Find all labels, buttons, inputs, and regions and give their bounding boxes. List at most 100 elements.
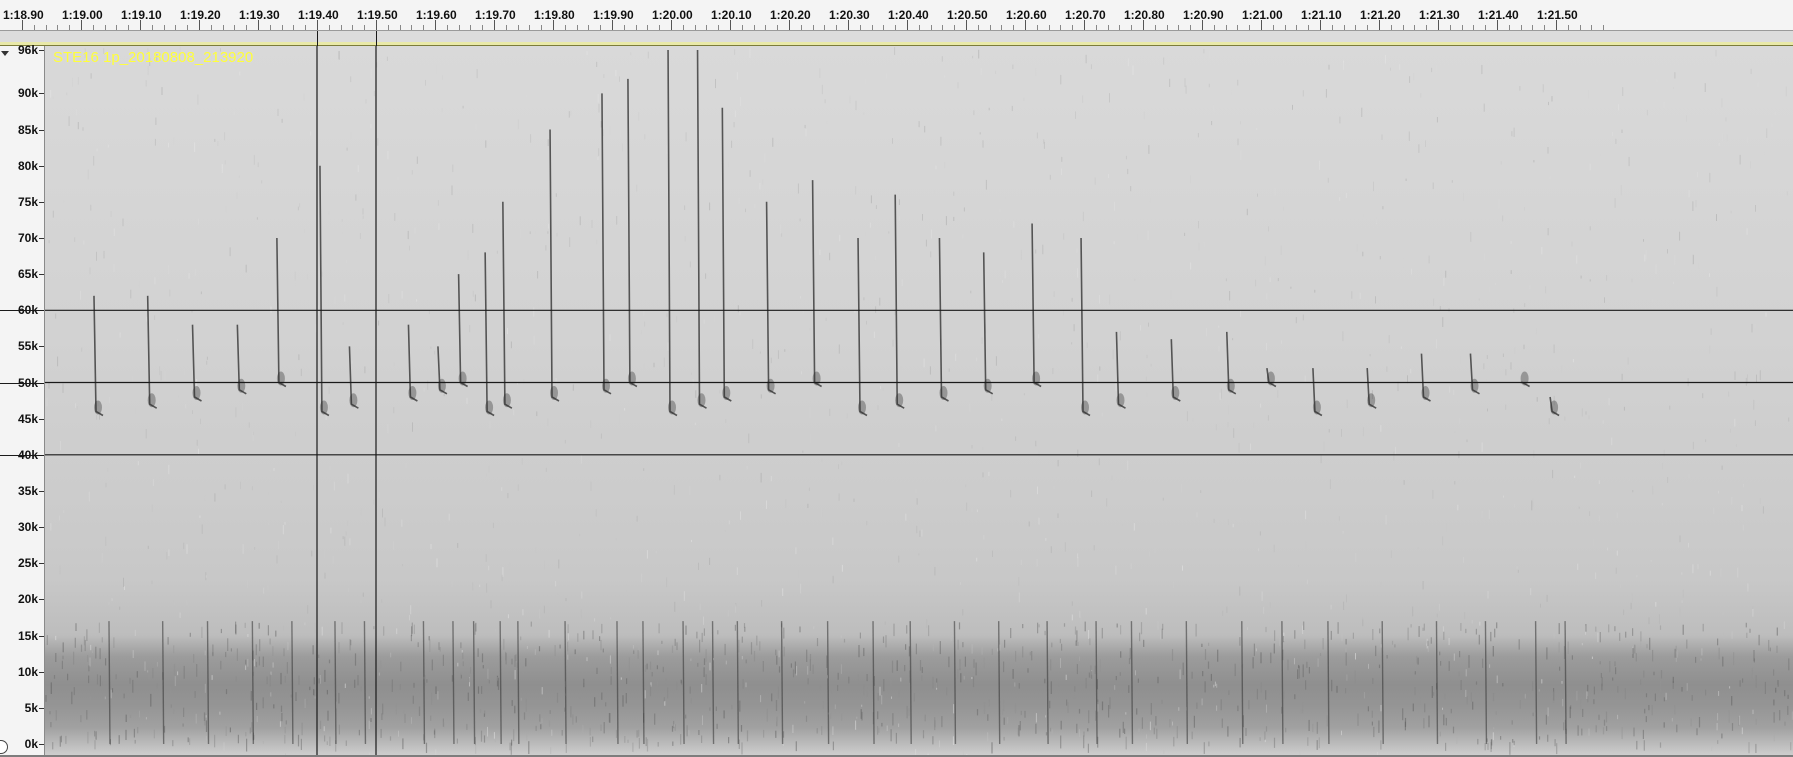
timeline-ruler[interactable]: 1:18.90 1:19.00 1:19.10 1:19.20 1:19.30 1:19.… xyxy=(0,0,1793,31)
noise-streak xyxy=(1459,418,1461,424)
low-band-noise xyxy=(1155,716,1157,726)
low-band-noise xyxy=(863,684,865,696)
noise-streak xyxy=(475,744,477,754)
noise-streak xyxy=(96,148,98,152)
timeline-minor-tick xyxy=(1048,25,1050,30)
low-band-noise xyxy=(703,628,705,636)
noise-streak xyxy=(267,491,269,496)
low-band-noise xyxy=(338,724,340,735)
noise-streak xyxy=(1240,310,1241,317)
low-band-noise xyxy=(816,728,818,734)
noise-streak xyxy=(1572,359,1574,363)
noise-streak xyxy=(640,330,642,335)
noise-streak xyxy=(1622,87,1624,96)
low-band-noise xyxy=(62,642,64,653)
low-band-noise xyxy=(300,738,302,750)
noise-streak xyxy=(728,520,730,525)
spectrogram-view[interactable]: STE16 1p_20180808_213920 xyxy=(45,46,1793,756)
noise-streak xyxy=(342,232,344,235)
track-collapse-handle[interactable] xyxy=(0,740,8,754)
low-band-noise xyxy=(429,639,431,652)
noise-streak xyxy=(641,573,643,583)
noise-streak xyxy=(1111,475,1113,481)
low-band-noise xyxy=(665,677,667,684)
low-band-noise xyxy=(370,718,372,722)
noise-streak xyxy=(1238,442,1240,453)
noise-streak xyxy=(1127,168,1129,175)
low-band-noise xyxy=(809,654,812,661)
noise-streak xyxy=(501,574,503,582)
noise-streak xyxy=(490,600,492,609)
low-band-noise xyxy=(724,643,726,656)
noise-streak xyxy=(1390,550,1392,558)
timeline-minor-tick xyxy=(1036,25,1038,30)
noise-streak xyxy=(347,473,349,484)
noise-streak xyxy=(1122,523,1124,527)
noise-streak xyxy=(1644,254,1646,262)
timeline-major-tick xyxy=(317,20,318,30)
frequency-ruler[interactable]: 96k 90k 85k 80k 75k 70k 65k 60k 55k 50k 45k 40k 35k 3… xyxy=(0,43,45,756)
timeline-minor-tick xyxy=(1107,25,1109,30)
noise-streak xyxy=(809,328,811,331)
low-band-noise xyxy=(1477,738,1479,745)
low-band-noise xyxy=(1654,693,1656,702)
low-band-noise xyxy=(890,729,892,742)
timeline-major-tick xyxy=(258,20,259,30)
noise-streak xyxy=(609,655,611,664)
low-band-noise xyxy=(1640,631,1642,642)
noise-streak xyxy=(1502,215,1504,222)
noise-streak xyxy=(93,155,95,166)
noise-streak xyxy=(105,482,107,488)
noise-streak xyxy=(1697,564,1699,570)
noise-streak xyxy=(1730,210,1732,214)
noise-streak xyxy=(1218,325,1220,328)
noise-streak xyxy=(1695,200,1697,208)
low-band-noise xyxy=(1173,736,1175,747)
noise-streak xyxy=(377,450,379,458)
noise-streak xyxy=(1435,64,1437,75)
low-band-noise xyxy=(661,640,663,644)
noise-streak xyxy=(351,360,353,364)
noise-streak xyxy=(636,515,638,522)
low-band-noise xyxy=(671,725,674,732)
low-band-noise xyxy=(921,667,923,673)
track-menu-arrow-icon[interactable] xyxy=(1,51,9,56)
low-band-noise xyxy=(1487,742,1489,750)
low-band-noise xyxy=(1696,728,1698,736)
noise-streak xyxy=(1445,523,1447,532)
noise-streak xyxy=(1496,675,1498,684)
noise-streak xyxy=(1135,670,1136,676)
noise-streak xyxy=(1385,515,1387,525)
noise-streak xyxy=(123,577,124,587)
noise-streak xyxy=(360,600,362,604)
noise-streak xyxy=(821,507,823,518)
low-band-noise xyxy=(1779,710,1781,721)
noise-streak xyxy=(111,598,113,602)
low-band-noise xyxy=(442,654,444,666)
noise-streak xyxy=(1487,590,1489,599)
noise-streak xyxy=(888,231,890,234)
bat-call-blob xyxy=(94,400,102,415)
noise-streak xyxy=(1240,121,1241,125)
frequency-tick xyxy=(39,274,44,276)
noise-streak xyxy=(1160,630,1162,640)
low-band-noise xyxy=(1721,733,1723,739)
noise-streak xyxy=(1547,147,1549,154)
noise-streak xyxy=(1375,217,1377,223)
noise-streak xyxy=(557,592,559,595)
low-band-noise xyxy=(1619,632,1621,641)
low-band-noise xyxy=(574,649,576,655)
low-band-noise xyxy=(1083,731,1085,737)
low-band-noise xyxy=(1472,701,1474,710)
bat-call-trace xyxy=(938,237,949,402)
low-band-noise xyxy=(783,627,785,639)
timeline-minor-tick xyxy=(1225,25,1227,30)
low-band-noise xyxy=(1029,651,1031,656)
noise-streak xyxy=(368,720,370,729)
noise-streak xyxy=(173,137,175,145)
noise-streak xyxy=(196,439,198,446)
noise-streak xyxy=(582,725,584,733)
low-frequency-artefact xyxy=(736,621,740,745)
noise-streak xyxy=(137,461,139,466)
noise-streak xyxy=(489,421,491,429)
